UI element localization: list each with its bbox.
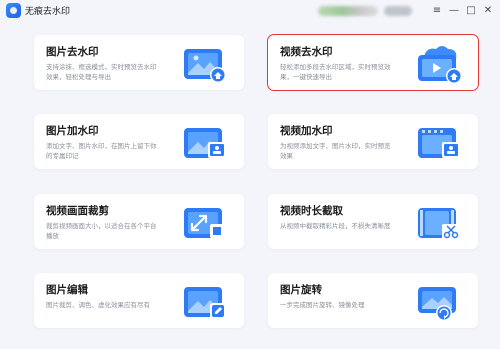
card-description: 裁剪视频画面大小，以适合在各个平台播放 bbox=[46, 222, 157, 240]
close-button[interactable]: ✕ bbox=[481, 3, 495, 18]
video-crop-icon bbox=[184, 208, 224, 238]
card-video-crop[interactable]: 视频画面裁剪 裁剪视频画面大小，以适合在各个平台播放 bbox=[34, 194, 244, 249]
card-description: 为视频添加文字、图片水印，实时预览效果 bbox=[280, 142, 391, 160]
card-title: 图片去水印 bbox=[46, 46, 99, 58]
user-status-blurred[interactable] bbox=[384, 6, 412, 16]
maximize-button[interactable]: □ bbox=[464, 3, 478, 18]
card-description: 从视频中截取精彩片段，不损失清晰度 bbox=[280, 222, 391, 230]
card-description: 支持涂抹、框选模式，实时预览去水印效果，轻松处理与导出 bbox=[46, 63, 157, 81]
image-remove-watermark-icon bbox=[184, 49, 226, 83]
user-account-blurred[interactable] bbox=[318, 6, 378, 16]
minimize-button[interactable]: — bbox=[447, 3, 461, 18]
image-add-watermark-icon bbox=[184, 128, 226, 158]
card-description: 图片裁剪、调色、虚化效果应有尽有 bbox=[46, 301, 150, 309]
video-trim-icon bbox=[418, 208, 460, 240]
card-image-rotate[interactable]: 图片旋转 一步完成图片旋转、镜像处理 bbox=[268, 273, 478, 328]
card-title: 视频画面裁剪 bbox=[46, 205, 109, 217]
card-video-remove-watermark[interactable]: 视频去水印 轻松添加多段去水印区域，实时预览效果，一键快速导出 bbox=[267, 34, 479, 91]
card-title: 视频时长截取 bbox=[280, 205, 343, 217]
card-video-add-watermark[interactable]: 视频加水印 为视频添加文字、图片水印，实时预览效果 bbox=[268, 114, 478, 169]
card-title: 图片旋转 bbox=[280, 284, 322, 296]
card-image-remove-watermark[interactable]: 图片去水印 支持涂抹、框选模式，实时预览去水印效果，轻松处理与导出 bbox=[34, 35, 244, 90]
menu-icon[interactable]: ≡ bbox=[430, 3, 444, 18]
card-description: 轻松添加多段去水印区域，实时预览效果，一键快速导出 bbox=[280, 63, 391, 81]
card-title: 图片加水印 bbox=[46, 125, 99, 137]
app-title: 无痕去水印 bbox=[25, 7, 71, 17]
card-image-add-watermark[interactable]: 图片加水印 添加文字、图片水印，在图片上留下你的专属印记 bbox=[34, 114, 244, 169]
card-image-edit[interactable]: 图片编辑 图片裁剪、调色、虚化效果应有尽有 bbox=[34, 273, 244, 328]
app-logo-icon bbox=[6, 3, 21, 18]
card-title: 视频加水印 bbox=[280, 125, 333, 137]
title-bar: 无痕去水印 ≡ — □ ✕ bbox=[0, 0, 500, 22]
image-rotate-icon bbox=[418, 287, 456, 321]
card-description: 一步完成图片旋转、镜像处理 bbox=[280, 301, 365, 309]
image-edit-icon bbox=[184, 287, 226, 319]
video-remove-watermark-icon bbox=[418, 46, 462, 84]
card-video-trim[interactable]: 视频时长截取 从视频中截取精彩片段，不损失清晰度 bbox=[268, 194, 478, 249]
card-description: 添加文字、图片水印，在图片上留下你的专属印记 bbox=[46, 142, 157, 160]
video-add-watermark-icon bbox=[418, 128, 460, 158]
card-title: 图片编辑 bbox=[46, 284, 88, 296]
card-title: 视频去水印 bbox=[280, 46, 333, 58]
